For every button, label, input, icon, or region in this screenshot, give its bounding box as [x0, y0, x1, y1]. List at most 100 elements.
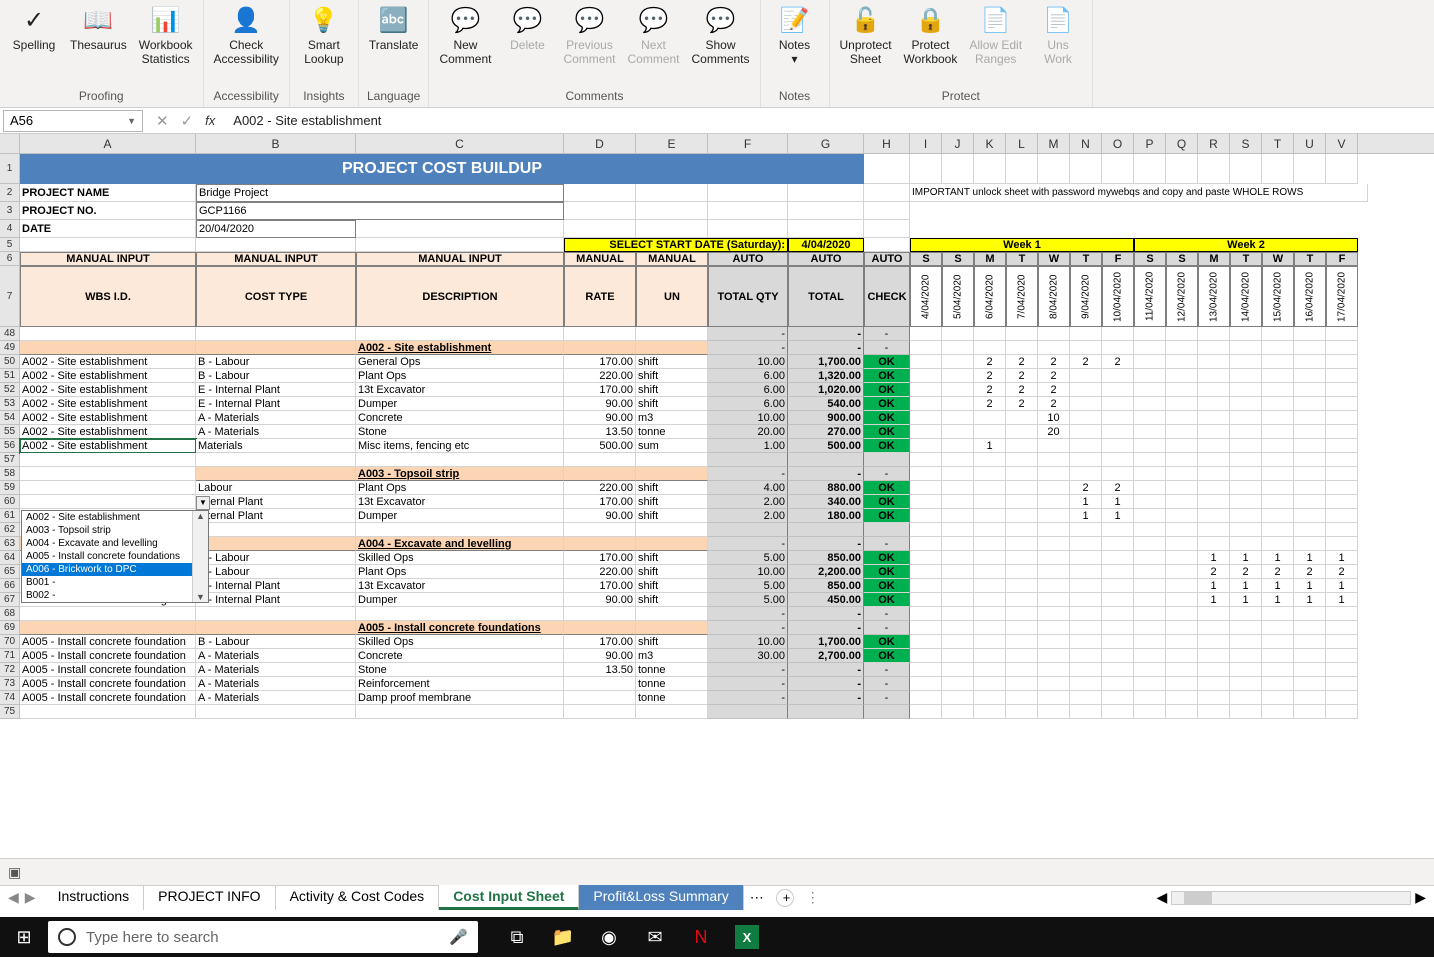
cell[interactable]: - — [864, 327, 910, 341]
week-cell[interactable] — [1166, 663, 1198, 677]
week-cell[interactable] — [1166, 621, 1198, 635]
week-cell[interactable] — [942, 537, 974, 551]
week-cell[interactable] — [910, 453, 942, 467]
cell[interactable] — [636, 621, 708, 635]
week-cell[interactable] — [1198, 523, 1230, 537]
row-header-68[interactable]: 68 — [0, 607, 20, 621]
week-cell[interactable] — [1166, 691, 1198, 705]
cell[interactable] — [636, 202, 708, 220]
week-cell[interactable] — [942, 579, 974, 593]
row-header-54[interactable]: 54 — [0, 411, 20, 425]
cell[interactable] — [356, 327, 564, 341]
week-cell[interactable] — [1134, 677, 1166, 691]
week1-header[interactable]: Week 1 — [910, 238, 1134, 252]
wbs-cell[interactable]: A002 - Site establishment — [20, 397, 196, 411]
week-cell[interactable] — [1006, 481, 1038, 495]
week-cell[interactable] — [1326, 327, 1358, 341]
dropdown-scrollbar[interactable]: ▲ ▼ — [192, 511, 208, 602]
start-date-label[interactable]: SELECT START DATE (Saturday): — [564, 238, 788, 252]
week-cell[interactable] — [1294, 705, 1326, 719]
qty-cell[interactable]: 1.00 — [708, 439, 788, 453]
week-cell[interactable] — [1294, 369, 1326, 383]
week-cell[interactable]: 1 — [1070, 495, 1102, 509]
rate-cell[interactable]: 500.00 — [564, 439, 636, 453]
sheet-tab-activity-cost-codes[interactable]: Activity & Cost Codes — [276, 885, 440, 910]
name-box[interactable]: A56 ▼ — [3, 110, 143, 132]
week-cell[interactable] — [1102, 607, 1134, 621]
unit-cell[interactable]: tonne — [636, 425, 708, 439]
week-cell[interactable] — [910, 509, 942, 523]
week-cell[interactable]: 2 — [1230, 565, 1262, 579]
row-header-74[interactable]: 74 — [0, 691, 20, 705]
cell[interactable] — [708, 184, 788, 202]
date-header[interactable]: 8/04/2020 — [1038, 266, 1070, 327]
week-cell[interactable] — [1198, 439, 1230, 453]
week-cell[interactable] — [1294, 691, 1326, 705]
qty-cell[interactable]: 2.00 — [708, 495, 788, 509]
week-cell[interactable] — [1070, 677, 1102, 691]
week-cell[interactable] — [1166, 593, 1198, 607]
total-cell[interactable]: - — [788, 663, 864, 677]
cell[interactable] — [708, 220, 788, 238]
week-cell[interactable]: 1 — [1326, 579, 1358, 593]
week-cell[interactable] — [1070, 369, 1102, 383]
cell[interactable]: - — [708, 467, 788, 481]
week-cell[interactable] — [1006, 551, 1038, 565]
cell[interactable] — [196, 621, 356, 635]
day-header[interactable]: W — [1038, 252, 1070, 266]
week-cell[interactable] — [1326, 439, 1358, 453]
week-cell[interactable] — [942, 663, 974, 677]
row-header-58[interactable]: 58 — [0, 467, 20, 481]
week-cell[interactable] — [1102, 467, 1134, 481]
cell[interactable] — [864, 202, 910, 220]
week-cell[interactable] — [1134, 355, 1166, 369]
ribbon-smart-lookup-button[interactable]: 💡Smart Lookup — [294, 2, 354, 86]
week-cell[interactable] — [1102, 663, 1134, 677]
meta-label[interactable]: PROJECT NO. — [20, 202, 196, 220]
row-header-61[interactable]: 61 — [0, 509, 20, 523]
check-cell[interactable]: OK — [864, 565, 910, 579]
total-cell[interactable]: 850.00 — [788, 579, 864, 593]
cell[interactable] — [1166, 154, 1198, 184]
week-cell[interactable]: 2 — [1326, 565, 1358, 579]
week-cell[interactable] — [1230, 621, 1262, 635]
rate-cell[interactable]: 13.50 — [564, 425, 636, 439]
desc-cell[interactable]: Dumper — [356, 397, 564, 411]
week-cell[interactable] — [1134, 397, 1166, 411]
week-cell[interactable] — [1102, 341, 1134, 355]
header7[interactable]: UN — [636, 266, 708, 327]
sheet-tab-profit-loss-summary[interactable]: Profit&Loss Summary — [579, 885, 743, 910]
cell[interactable] — [1294, 154, 1326, 184]
scroll-up-icon[interactable]: ▲ — [193, 511, 208, 521]
date-header[interactable]: 11/04/2020 — [1134, 266, 1166, 327]
unit-cell[interactable]: shift — [636, 369, 708, 383]
week-cell[interactable] — [1006, 537, 1038, 551]
cell[interactable] — [564, 705, 636, 719]
week-cell[interactable] — [1134, 691, 1166, 705]
row-header-72[interactable]: 72 — [0, 663, 20, 677]
week-cell[interactable] — [910, 425, 942, 439]
qty-cell[interactable] — [708, 523, 788, 537]
desc-cell[interactable]: Skilled Ops — [356, 635, 564, 649]
week-cell[interactable] — [1166, 397, 1198, 411]
week-cell[interactable] — [1070, 425, 1102, 439]
col-header-E[interactable]: E — [636, 134, 708, 153]
week-cell[interactable] — [1006, 341, 1038, 355]
week-cell[interactable] — [1294, 411, 1326, 425]
week-cell[interactable] — [1102, 649, 1134, 663]
week-cell[interactable] — [942, 411, 974, 425]
week-cell[interactable] — [910, 663, 942, 677]
row-header-62[interactable]: 62 — [0, 523, 20, 537]
cell[interactable] — [636, 607, 708, 621]
date-header[interactable]: 9/04/2020 — [1070, 266, 1102, 327]
week-cell[interactable]: 2 — [1006, 397, 1038, 411]
week-cell[interactable] — [1038, 481, 1070, 495]
week-cell[interactable] — [1038, 453, 1070, 467]
macro-record-icon[interactable]: ▣ — [8, 864, 21, 881]
col-header-M[interactable]: M — [1038, 134, 1070, 153]
cell[interactable]: - — [708, 607, 788, 621]
rate-cell[interactable]: 170.00 — [564, 635, 636, 649]
total-cell[interactable]: 450.00 — [788, 593, 864, 607]
header6[interactable]: AUTO — [788, 252, 864, 266]
week-cell[interactable] — [1230, 467, 1262, 481]
